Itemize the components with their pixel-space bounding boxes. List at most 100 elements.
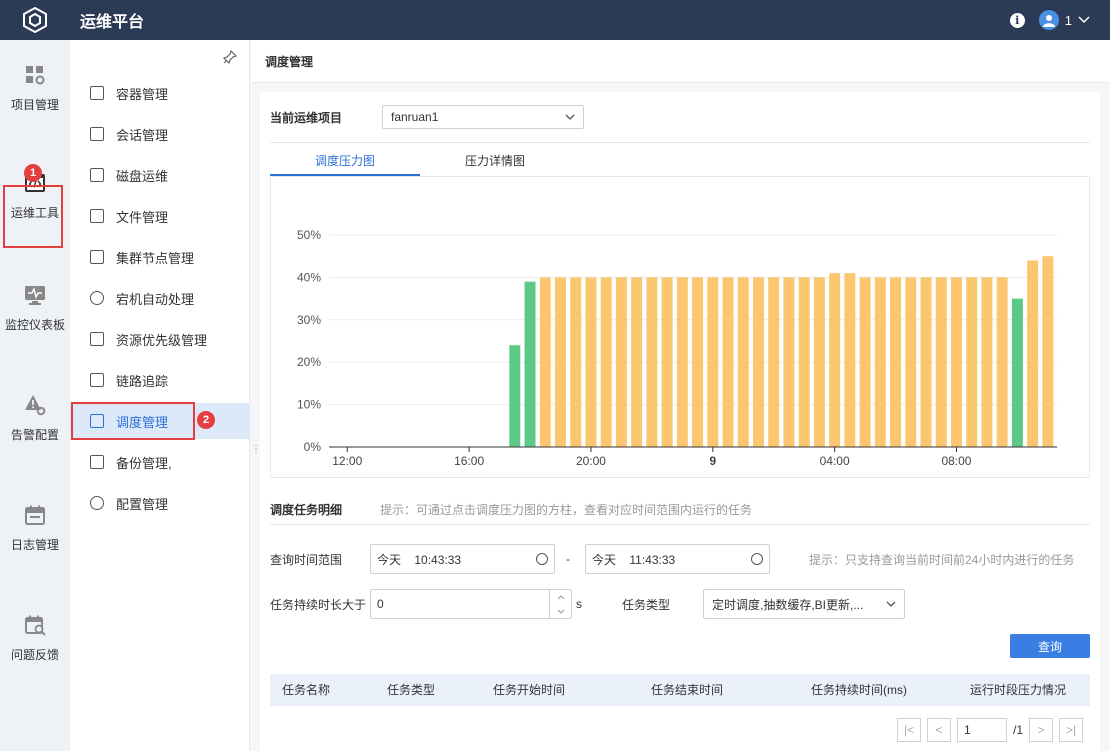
chart-bar[interactable] — [661, 277, 673, 447]
chart-bar[interactable] — [798, 277, 810, 447]
query-button[interactable]: 查询 — [1010, 634, 1090, 658]
nav-item-feedback[interactable]: 问题反馈 — [0, 598, 70, 678]
chart-bar[interactable] — [737, 277, 749, 447]
task-type-select[interactable]: 定时调度,抽数缓存,BI更新,... — [703, 589, 905, 619]
nav-item-project[interactable]: 项目管理 — [0, 48, 70, 128]
chart-bar[interactable] — [874, 277, 886, 447]
submenu-label: 链路追踪 — [116, 373, 169, 389]
chart-bar[interactable] — [585, 277, 597, 447]
column-duration[interactable]: 任务持续时间(ms) — [811, 674, 907, 706]
gear-icon — [90, 496, 104, 510]
tab-pressure-detail[interactable]: 压力详情图 — [420, 152, 570, 176]
submenu-label: 集群节点管理 — [116, 250, 195, 266]
project-value: fanruan1 — [391, 110, 439, 124]
highlight-box-ops-tools — [3, 185, 63, 248]
chart-bar[interactable] — [753, 277, 764, 447]
chart-bar[interactable] — [783, 277, 795, 447]
chevron-down-icon[interactable] — [557, 609, 565, 614]
chart-bar[interactable] — [631, 277, 643, 447]
chevron-down-icon — [565, 114, 575, 120]
project-select[interactable]: fanruan1 — [382, 105, 584, 129]
chart-bar[interactable] — [1011, 298, 1023, 447]
detail-hint: 提示：可通过点击调度压力图的方柱，查看对应时间范围内运行的任务 — [380, 502, 753, 517]
end-day: 今天 — [592, 552, 617, 567]
chart-bar[interactable] — [920, 277, 932, 447]
chart-bar[interactable] — [539, 277, 551, 447]
chart-bar[interactable] — [646, 277, 658, 447]
column-start-time[interactable]: 任务开始时间 — [493, 674, 565, 706]
submenu-item-session[interactable]: 会话管理 — [70, 116, 250, 152]
chart-bar[interactable] — [996, 277, 1008, 447]
recovery-icon — [90, 291, 104, 305]
nav-label: 日志管理 — [10, 537, 59, 552]
submenu-item-config[interactable]: 配置管理 — [70, 485, 250, 521]
nav-label: 项目管理 — [10, 97, 59, 112]
chart-bar[interactable] — [829, 273, 841, 447]
column-end-time[interactable]: 任务结束时间 — [651, 674, 723, 706]
chart-bar[interactable] — [676, 277, 688, 447]
prev-page-button[interactable]: < — [927, 718, 951, 742]
chart-bar[interactable] — [570, 277, 582, 447]
duration-unit: s — [576, 597, 582, 611]
chart-bar[interactable] — [555, 277, 566, 447]
submenu-item-file[interactable]: 文件管理 — [70, 198, 250, 234]
type-label: 任务类型 — [622, 597, 671, 612]
end-time-input[interactable]: 今天 11:43:33 — [585, 544, 770, 574]
submenu-item-backup[interactable]: 备份管理, — [70, 444, 250, 480]
chevron-up-icon[interactable] — [557, 594, 565, 600]
chart-bar[interactable] — [966, 277, 978, 447]
nav-label: 告警配置 — [10, 427, 59, 442]
start-time-input[interactable]: 今天 10:43:33 — [370, 544, 555, 574]
left-nav: 项目管理 运维工具 监控仪表板 告警配置 日志管理 问题反馈 — [0, 40, 70, 751]
user-menu[interactable]: 1 — [1038, 10, 1090, 30]
chart-bar[interactable] — [844, 273, 856, 447]
chart-bar[interactable] — [707, 277, 719, 447]
duration-stepper[interactable]: 0 — [370, 589, 572, 619]
chart-bar[interactable] — [600, 277, 612, 447]
chart-bar[interactable] — [1027, 260, 1039, 447]
chart-bar[interactable] — [905, 277, 917, 447]
user-name: 1 — [1064, 12, 1072, 28]
app-logo-icon[interactable] — [0, 0, 70, 40]
highlight-box-schedule — [71, 402, 195, 440]
submenu-item-container[interactable]: 容器管理 — [70, 75, 250, 111]
nav-item-log[interactable]: 日志管理 — [0, 488, 70, 568]
pin-icon[interactable] — [223, 50, 237, 64]
start-day: 今天 — [377, 552, 402, 567]
first-page-button[interactable]: |< — [897, 718, 921, 742]
chart-bar[interactable] — [935, 277, 947, 447]
chart-bar[interactable] — [859, 277, 871, 447]
column-task-type[interactable]: 任务类型 — [387, 674, 435, 706]
column-task-name[interactable]: 任务名称 — [282, 674, 330, 706]
chart-bar[interactable] — [950, 277, 962, 447]
column-pressure[interactable]: 运行时段压力情况 — [970, 674, 1066, 706]
submenu-item-disk[interactable]: 磁盘运维 — [70, 157, 250, 193]
nav-item-monitor[interactable]: 监控仪表板 — [0, 268, 70, 348]
submenu-item-priority[interactable]: 资源优先级管理 — [70, 321, 250, 357]
chart-bar[interactable] — [615, 277, 627, 447]
chart-bar[interactable] — [890, 277, 902, 447]
chart-bar[interactable] — [509, 345, 521, 447]
chart-bar[interactable] — [524, 281, 536, 447]
pressure-bar-chart: 50% 40% 30% 20% 10% 0% 12:00 16:00 20:00 9 04:00 08… — [297, 228, 1057, 468]
chart-bar[interactable] — [1042, 256, 1054, 447]
tab-pressure-chart[interactable]: 调度压力图 — [270, 152, 420, 176]
chart-bar[interactable] — [692, 277, 704, 447]
last-page-button[interactable]: >| — [1059, 718, 1084, 742]
chart-bar[interactable] — [813, 277, 825, 447]
info-icon[interactable]: i — [1009, 12, 1025, 28]
chart-bar[interactable] — [981, 277, 993, 447]
submenu-item-auto-recovery[interactable]: 宕机自动处理 — [70, 280, 250, 316]
next-page-button[interactable]: > — [1029, 718, 1054, 742]
nav-item-alert[interactable]: 告警配置 — [0, 378, 70, 458]
chart-bar[interactable] — [722, 277, 734, 447]
page-title: 调度管理 — [251, 40, 1110, 83]
x-tick-label: 12:00 — [332, 454, 362, 468]
duration-label: 任务持续时长大于 — [270, 597, 367, 612]
warning-gear-icon — [25, 394, 46, 415]
page-number-input[interactable]: 1 — [957, 718, 1007, 742]
folder-icon — [90, 332, 104, 346]
submenu-item-cluster[interactable]: 集群节点管理 — [70, 239, 250, 275]
submenu-item-tracing[interactable]: 链路追踪 — [70, 362, 250, 398]
chart-bar[interactable] — [768, 277, 780, 447]
